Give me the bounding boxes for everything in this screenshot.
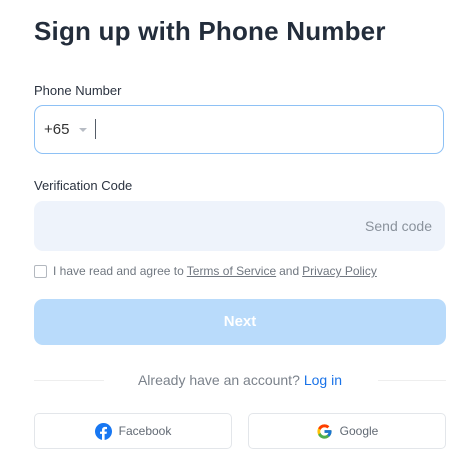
signup-page: Sign up with Phone Number Phone Number +… [0,0,474,465]
google-label: Google [339,424,379,438]
facebook-button[interactable]: Facebook [34,413,232,449]
login-prompt: Already have an account? Log in [0,372,474,388]
next-button[interactable]: Next [34,299,446,345]
country-code-select[interactable]: +65 [44,121,69,138]
verification-code-input[interactable] [44,211,348,243]
facebook-icon [94,422,112,440]
verification-code-field[interactable]: Send code [34,201,445,251]
account-prompt-text: Already have an account? [137,372,300,388]
page-title: Sign up with Phone Number [34,16,386,46]
login-link[interactable]: Log in [304,372,342,388]
verification-code-label: Verification Code [34,178,133,193]
phone-number-label: Phone Number [34,83,122,98]
facebook-label: Facebook [118,424,172,438]
agree-text: I have read and agree to [53,264,184,278]
agreement-row: I have read and agree to Terms of Servic… [34,263,377,279]
privacy-policy-link[interactable]: Privacy Policy [302,264,377,278]
send-code-button[interactable]: Send code [365,218,432,234]
agree-checkbox[interactable] [34,264,47,278]
text-cursor [95,119,96,139]
agree-and-text: and [279,264,300,278]
phone-number-field[interactable]: +65 [34,105,444,154]
phone-number-input[interactable] [99,114,433,146]
google-button[interactable]: Google [248,413,446,449]
google-icon [316,423,333,440]
terms-of-service-link[interactable]: Terms of Service [187,264,276,278]
chevron-down-icon[interactable] [79,128,87,132]
